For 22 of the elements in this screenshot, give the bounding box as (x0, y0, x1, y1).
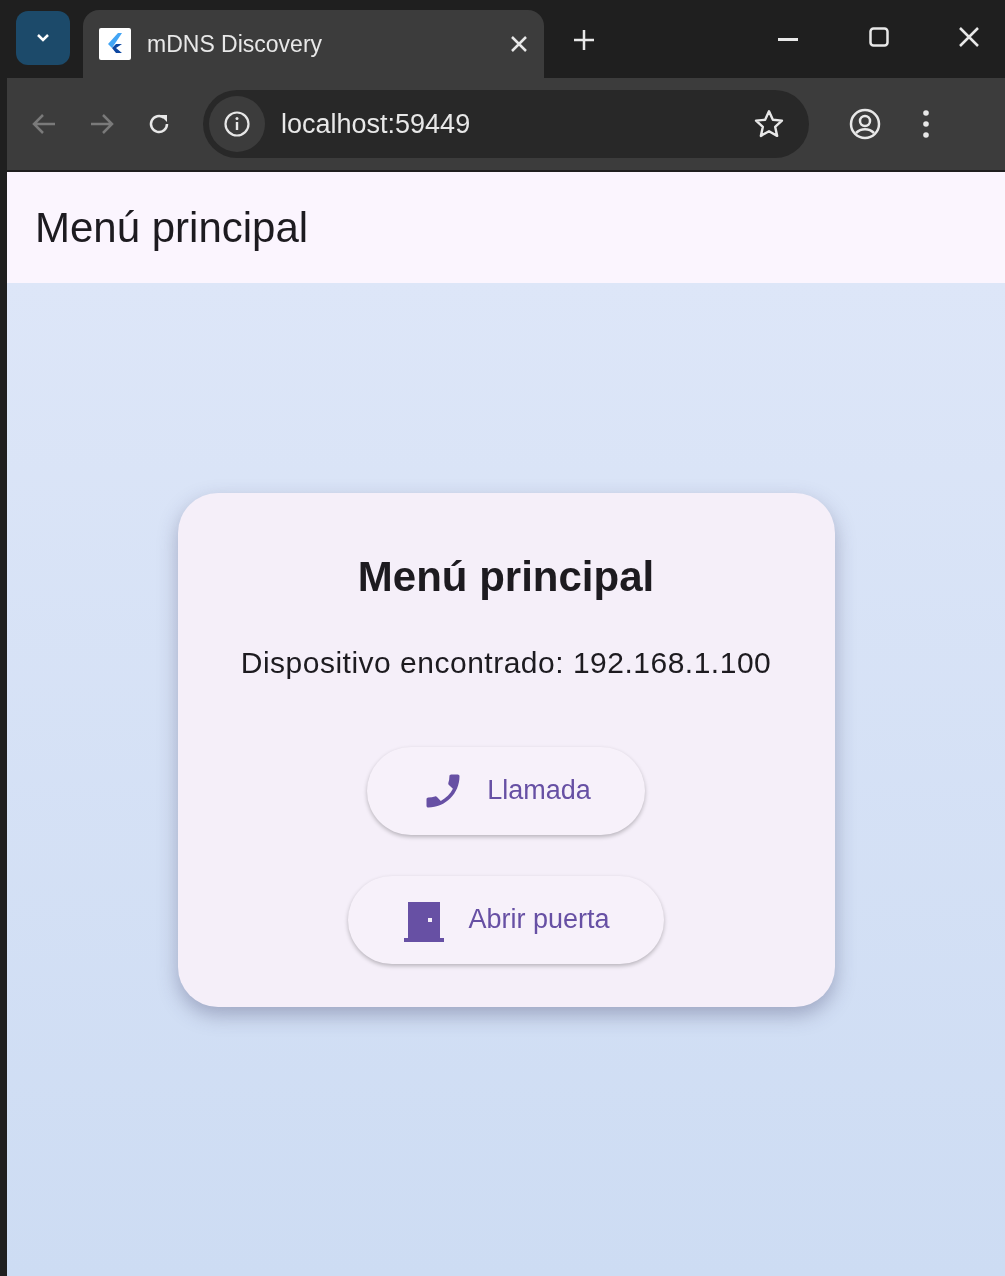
new-tab-icon[interactable] (573, 29, 595, 51)
forward-icon[interactable] (89, 113, 115, 135)
action-button[interactable]: Abrir puerta (348, 875, 664, 964)
profile-icon[interactable] (849, 108, 881, 140)
address-bar[interactable]: localhost:59449 (203, 90, 809, 158)
url-text: localhost:59449 (281, 107, 472, 141)
maximize-icon[interactable] (869, 27, 889, 47)
star-icon[interactable] (753, 108, 785, 140)
browser-tab[interactable]: mDNS Discovery (83, 10, 544, 78)
back-icon[interactable] (31, 113, 57, 135)
info-icon[interactable] (223, 110, 251, 138)
card-title: Menú principal (357, 551, 655, 602)
close-icon[interactable] (510, 35, 528, 53)
menu-icon[interactable] (923, 110, 929, 138)
chevron-down-icon (35, 33, 51, 43)
close-window-icon[interactable] (959, 27, 979, 47)
app-bar-title: Menú principal (35, 203, 309, 253)
app-logo-icon (99, 28, 131, 60)
action-button[interactable]: Llamada (367, 746, 645, 835)
tab-title: mDNS Discovery (147, 29, 324, 59)
device-message: Dispositivo encontrado: 192.168.1.100 (240, 644, 772, 681)
reload-icon[interactable] (147, 112, 171, 136)
